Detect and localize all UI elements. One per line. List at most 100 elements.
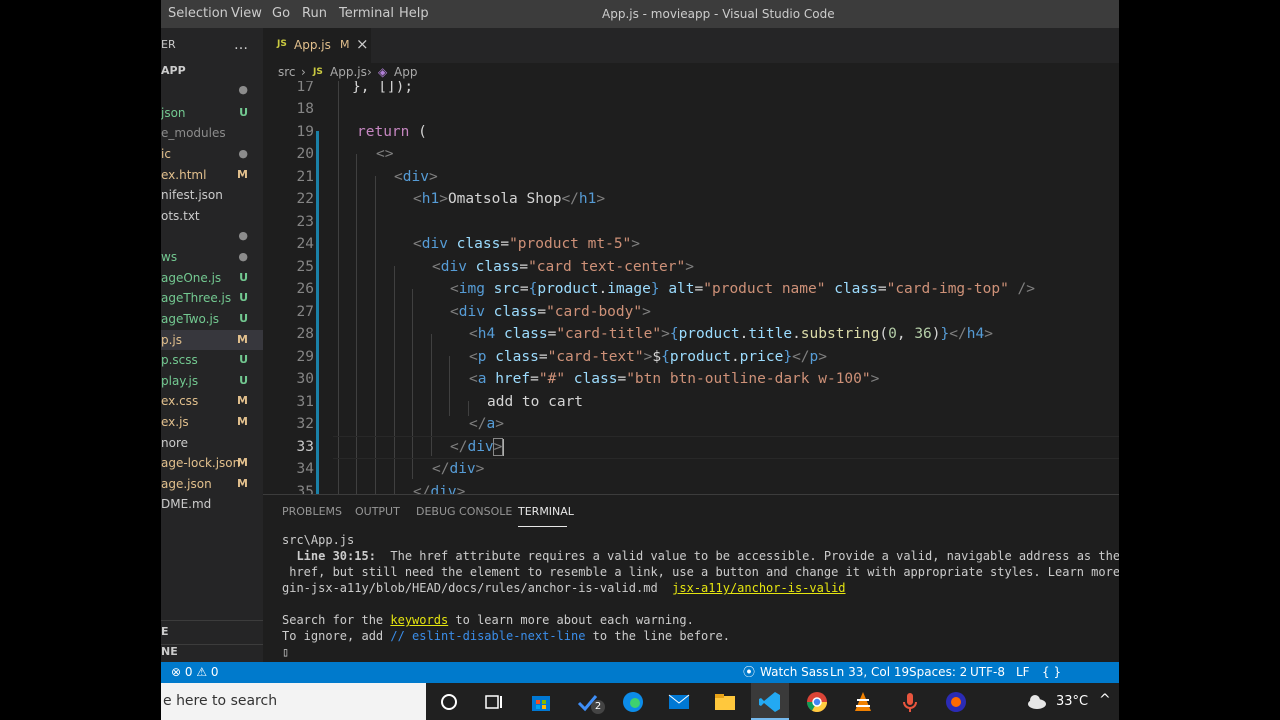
task-view-icon[interactable]	[481, 690, 505, 714]
file-item[interactable]: DME.md	[161, 494, 263, 514]
app-icon[interactable]	[944, 690, 968, 714]
indentation[interactable]: Spaces: 2	[909, 662, 967, 683]
menu-view[interactable]: View	[231, 0, 262, 28]
file-item[interactable]: ots.txt	[161, 206, 263, 226]
text-cursor	[502, 438, 505, 456]
file-explorer-icon[interactable]	[713, 690, 737, 714]
encoding[interactable]: UTF-8	[970, 662, 1005, 683]
vscode-window: Selection View Go Run Terminal Help App.…	[161, 0, 1119, 720]
active-tab-indicator	[518, 526, 567, 527]
file-item[interactable]: ●	[161, 80, 263, 100]
project-folder-title[interactable]: APP	[161, 61, 186, 81]
folder-item[interactable]: ●	[161, 226, 263, 246]
breadcrumb-symbol[interactable]: App	[394, 63, 417, 81]
more-actions-icon[interactable]: …	[234, 35, 248, 55]
file-item[interactable]: ex.js M	[161, 412, 263, 432]
file-item[interactable]: nifest.json	[161, 185, 263, 205]
folder-item[interactable]: e_modules	[161, 123, 263, 143]
chevron-up-icon[interactable]: ^	[1099, 692, 1111, 708]
weather-cloud-icon	[1028, 695, 1046, 709]
code-line: 35 </div>	[296, 484, 466, 494]
file-item[interactable]: ageThree.js U	[161, 288, 263, 308]
menu-help[interactable]: Help	[399, 0, 429, 28]
window-title: App.js - movieapp - Visual Studio Code	[602, 7, 835, 21]
chevron-right-icon: ›	[367, 65, 372, 79]
mail-icon[interactable]	[667, 690, 691, 714]
recorder-icon[interactable]	[898, 690, 922, 714]
tab-output[interactable]: OUTPUT	[355, 505, 400, 518]
tab-terminal[interactable]: TERMINAL	[518, 505, 574, 518]
tab-app-js[interactable]: JS App.js M ×	[263, 28, 371, 63]
code-line: 21 <div>	[296, 169, 438, 185]
file-item[interactable]: age.json M	[161, 474, 263, 494]
status-bar: ⊗ 0 ⚠ 0 ⦿ Watch Sass Ln 33, Col 19 Space…	[161, 662, 1119, 700]
file-item[interactable]: p.scss U	[161, 350, 263, 370]
chrome-icon[interactable]	[805, 690, 829, 714]
explorer-title: ER	[161, 38, 176, 51]
breadcrumb-folder[interactable]: src	[278, 63, 296, 81]
symbol-icon: ◈	[378, 65, 388, 79]
menu-go[interactable]: Go	[272, 0, 290, 28]
folder-item[interactable]: ws ●	[161, 247, 263, 267]
code-line: 29 <p class="card-text">${product.price}<…	[296, 349, 827, 365]
file-item[interactable]: ageTwo.js U	[161, 309, 263, 329]
tab-status: M	[340, 38, 350, 51]
explorer-sidebar: ER … APP ● json U e_modules ic ● ex.html M …	[161, 28, 263, 662]
terminal-line: href, but still need the element to rese…	[282, 565, 1119, 579]
file-item[interactable]: ageOne.js U	[161, 268, 263, 288]
file-item[interactable]: ex.html M	[161, 165, 263, 185]
tab-problems[interactable]: PROBLEMS	[282, 505, 342, 518]
file-item-selected[interactable]: p.js M	[161, 330, 263, 350]
code-line: 26 <img src={product.image} alt="product …	[296, 281, 1036, 297]
terminal-line: src\App.js	[282, 533, 355, 547]
file-item[interactable]: nore	[161, 433, 263, 453]
file-item[interactable]: play.js U	[161, 371, 263, 391]
timeline-section[interactable]: NE	[161, 642, 178, 662]
file-item[interactable]: json U	[161, 103, 263, 123]
temperature[interactable]: 33°C	[1056, 694, 1088, 709]
code-editor[interactable]: 17}, []); 18 19 return ( 20 <> 21 <div> 22 <…	[263, 81, 1119, 494]
editor-tab-bar: JS App.js M ×	[263, 28, 1119, 63]
tab-debug-console[interactable]: DEBUG CONSOLE	[416, 505, 512, 518]
code-line: 23	[296, 214, 314, 230]
folder-item[interactable]: ic ●	[161, 144, 263, 164]
close-tab-icon[interactable]: ×	[356, 35, 369, 53]
section-divider	[161, 620, 263, 621]
file-item[interactable]: ex.css M	[161, 391, 263, 411]
terminal-line: Line 30:15: The href attribute requires …	[282, 549, 1119, 563]
code-line: 28 <h4 class="card-title">{product.title.…	[296, 326, 993, 342]
chevron-right-icon: ›	[301, 65, 306, 79]
code-line: 27 <div class="card-body">	[296, 304, 651, 320]
code-line-current: 33 </div>	[263, 436, 1119, 459]
menu-run[interactable]: Run	[302, 0, 327, 28]
notification-badge: 2	[591, 700, 605, 714]
code-line: 25 <div class="card text-center">	[296, 259, 694, 275]
code-line: 24 <div class="product mt-5">	[296, 236, 641, 252]
bottom-panel: PROBLEMS OUTPUT DEBUG CONSOLE TERMINAL s…	[263, 494, 1119, 663]
watch-sass-button[interactable]: Watch Sass	[760, 662, 829, 683]
vlc-icon[interactable]	[851, 690, 875, 714]
cursor-position[interactable]: Ln 33, Col 19	[830, 662, 909, 683]
terminal-line: Search for the keywords to learn more ab…	[282, 613, 694, 627]
problems-status[interactable]: ⊗ 0 ⚠ 0	[171, 662, 219, 683]
edge-icon[interactable]	[621, 690, 645, 714]
code-line: 32 </a>	[296, 416, 504, 432]
terminal-line: gin-jsx-a11y/blob/HEAD/docs/rules/anchor…	[282, 581, 846, 595]
code-line: 20 <>	[296, 146, 394, 162]
menu-terminal[interactable]: Terminal	[339, 0, 394, 28]
title-bar: Selection View Go Run Terminal Help App.…	[161, 0, 1119, 28]
store-icon[interactable]	[529, 690, 553, 714]
outline-section[interactable]: E	[161, 622, 169, 642]
code-line: 30 <a href="#" class="btn btn-outline-dar…	[296, 371, 880, 387]
breadcrumb-file[interactable]: App.js	[330, 63, 367, 81]
file-item[interactable]: age-lock.json M	[161, 453, 263, 473]
tab-label: App.js	[294, 38, 331, 52]
taskbar-search[interactable]: e here to search	[161, 683, 426, 720]
terminal-cursor[interactable]: ▯	[282, 645, 289, 659]
vscode-icon[interactable]	[758, 690, 782, 714]
windows-taskbar: e here to search 2 33°C ^	[161, 683, 1119, 720]
menu-selection[interactable]: Selection	[168, 0, 228, 28]
line-ending[interactable]: LF	[1016, 662, 1030, 683]
cortana-icon[interactable]	[437, 690, 461, 714]
terminal-line: To ignore, add // eslint-disable-next-li…	[282, 629, 730, 643]
